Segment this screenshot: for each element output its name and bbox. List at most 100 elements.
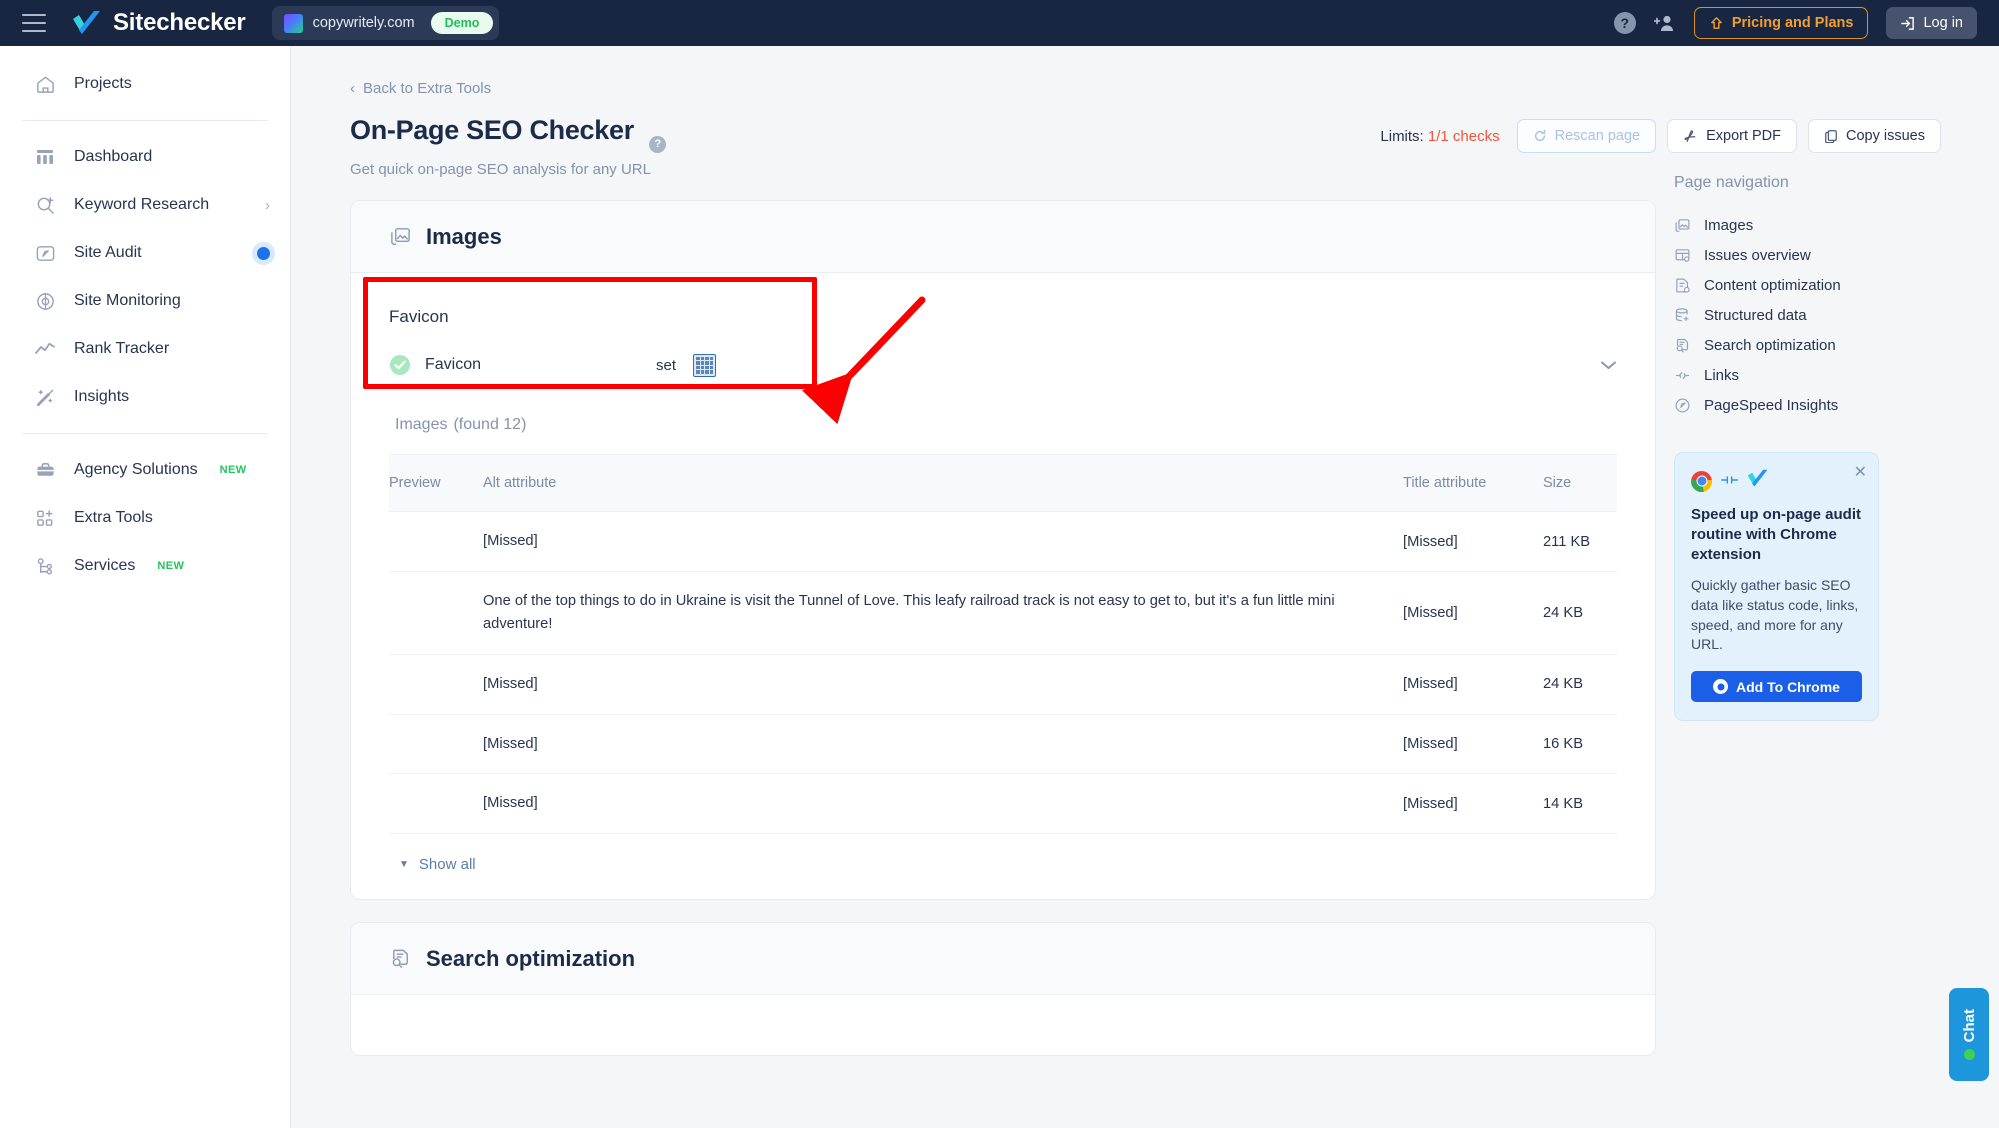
sidebar-item-projects[interactable]: Projects — [0, 60, 290, 108]
col-header-preview: Preview — [389, 453, 483, 513]
col-header-size: Size — [1543, 453, 1617, 513]
table-header-row: Preview Alt attribute Title attribute Si… — [389, 453, 1617, 513]
cell-preview — [389, 773, 483, 835]
chrome-extension-promo-card: ✕ Speed up on-page audit routine with Ch… — [1674, 452, 1879, 722]
sidebar-label-projects: Projects — [74, 75, 132, 92]
images-icon — [389, 225, 412, 248]
chrome-icon — [1713, 679, 1729, 695]
sidebar-item-insights[interactable]: Insights — [0, 373, 290, 421]
page-nav-item-pagespeed-insights[interactable]: PageSpeed Insights — [1674, 390, 1999, 420]
show-all-button[interactable]: ▼ Show all — [389, 834, 476, 899]
search-doc-icon — [1674, 337, 1691, 354]
pricing-and-plans-button[interactable]: Pricing and Plans — [1693, 7, 1869, 39]
sidebar-item-agency-solutions[interactable]: Agency Solutions NEW — [0, 446, 290, 494]
promo-body: Quickly gather basic SEO data like statu… — [1691, 576, 1859, 653]
sidebar-label-agency-solutions: Agency Solutions — [74, 461, 198, 478]
breadcrumb-back-link[interactable]: ‹ Back to Extra Tools — [350, 80, 491, 97]
sidebar-label-rank-tracker: Rank Tracker — [74, 340, 170, 357]
cell-alt: [Missed] — [483, 511, 1403, 573]
table-row[interactable]: [Missed] [Missed] 211 KB — [389, 511, 1617, 573]
sitechecker-logo-icon — [1747, 469, 1769, 493]
search-optimization-heading: Search optimization — [426, 945, 636, 971]
sidebar-item-services[interactable]: Services NEW — [0, 542, 290, 590]
hamburger-menu-icon[interactable] — [22, 14, 46, 32]
page-nav-label: Links — [1704, 366, 1740, 384]
limits-label: Limits: — [1380, 127, 1424, 145]
caret-down-icon: ▼ — [399, 859, 409, 871]
page-nav-item-images[interactable]: Images — [1674, 210, 1999, 240]
sidebar-label-services: Services — [74, 557, 136, 574]
title-help-icon[interactable]: ? — [649, 135, 667, 153]
sitechecker-checkmark-icon — [72, 10, 102, 36]
images-found-count: (found 12) — [453, 416, 527, 433]
sidebar-item-dashboard[interactable]: Dashboard — [0, 133, 290, 181]
table-row[interactable]: [Missed] [Missed] 24 KB — [389, 654, 1617, 715]
cell-size: 211 KB — [1543, 511, 1617, 573]
chat-label: Chat — [1960, 1008, 1978, 1043]
rescan-page-button[interactable]: Rescan page — [1516, 119, 1657, 153]
page-nav-label: Structured data — [1704, 306, 1807, 324]
col-header-alt: Alt attribute — [483, 453, 1403, 513]
brand-name: Sitechecker — [113, 9, 246, 36]
chevron-left-icon: ‹ — [350, 80, 355, 97]
demo-badge: Demo — [430, 12, 494, 34]
sidebar-item-extra-tools[interactable]: Extra Tools — [0, 494, 290, 542]
images-table-wrap: Images (found 12) Preview Alt attribute T… — [351, 400, 1655, 899]
login-button[interactable]: Log in — [1886, 7, 1977, 39]
images-table-label: Images — [395, 416, 448, 433]
search-optimization-body — [351, 995, 1655, 1055]
add-user-icon[interactable] — [1653, 13, 1676, 33]
sidebar-label-keyword-research: Keyword Research — [74, 196, 210, 213]
cell-alt: One of the top things to do in Ukraine i… — [483, 571, 1403, 655]
add-to-chrome-button[interactable]: Add To Chrome — [1691, 671, 1862, 703]
images-table: Preview Alt attribute Title attribute Si… — [389, 453, 1617, 835]
page-nav-item-issues-overview[interactable]: Issues overview — [1674, 240, 1999, 270]
favicon-card-title: Favicon — [389, 307, 449, 326]
magic-wand-icon — [34, 386, 56, 408]
images-card: Images Favicon Favicon set Images (found… — [350, 200, 1656, 901]
page-title: On-Page SEO Checker — [350, 115, 634, 145]
chat-widget-button[interactable]: Chat — [1949, 988, 1989, 1081]
favicon-status: set — [656, 356, 677, 374]
cell-title: [Missed] — [1403, 571, 1543, 655]
dashboard-icon — [34, 146, 56, 168]
cell-alt: [Missed] — [483, 773, 1403, 835]
table-row[interactable]: [Missed] [Missed] 14 KB — [389, 773, 1617, 835]
cell-size: 16 KB — [1543, 714, 1617, 775]
sidebar-item-site-monitoring[interactable]: Site Monitoring — [0, 277, 290, 325]
table-row[interactable]: [Missed] [Missed] 16 KB — [389, 714, 1617, 775]
cell-size: 24 KB — [1543, 654, 1617, 715]
breadcrumb-label: Back to Extra Tools — [363, 80, 492, 97]
line-chart-icon — [34, 338, 56, 360]
sidebar-item-site-audit[interactable]: Site Audit — [0, 229, 290, 277]
cell-preview — [389, 654, 483, 715]
help-icon[interactable]: ? — [1613, 12, 1636, 34]
page-nav-item-content-optimization[interactable]: Content optimization — [1674, 270, 1999, 300]
rescan-label: Rescan page — [1554, 128, 1641, 144]
images-table-head: Preview Alt attribute Title attribute Si… — [389, 453, 1617, 513]
sidebar-label-site-monitoring: Site Monitoring — [74, 292, 181, 309]
site-favicon-icon — [283, 13, 303, 33]
gauge-icon — [34, 242, 56, 264]
right-panel: Page navigation Images Issues overview C… — [1674, 46, 1999, 1128]
brand-logo[interactable]: Sitechecker — [72, 9, 246, 37]
app-root: Sitechecker copywritely.com Demo ? Prici… — [0, 0, 1999, 1128]
close-icon[interactable]: ✕ — [1854, 462, 1867, 482]
sidebar-item-keyword-research[interactable]: Keyword Research › — [0, 181, 290, 229]
topbar-actions: ? Pricing and Plans Log in — [1613, 7, 1977, 39]
chevron-right-icon[interactable]: › — [265, 197, 270, 214]
favicon-thumbnail-icon[interactable] — [693, 353, 717, 377]
cell-size: 24 KB — [1543, 571, 1617, 655]
page-navigation-title: Page navigation — [1674, 174, 1789, 191]
page-nav-item-search-optimization[interactable]: Search optimization — [1674, 330, 1999, 360]
cell-preview — [389, 714, 483, 775]
content-column: Images Favicon Favicon set Images (found… — [350, 200, 1656, 1057]
page-nav-item-links[interactable]: Links — [1674, 360, 1999, 390]
page-nav-item-structured-data[interactable]: Structured data — [1674, 300, 1999, 330]
favicon-row[interactable]: Favicon set — [389, 352, 1617, 378]
sidebar-item-rank-tracker[interactable]: Rank Tracker — [0, 325, 290, 373]
table-row[interactable]: One of the top things to do in Ukraine i… — [389, 571, 1617, 655]
current-site-chip[interactable]: copywritely.com Demo — [271, 6, 500, 40]
chevron-down-icon[interactable] — [1600, 357, 1617, 374]
keyword-search-icon — [34, 194, 56, 216]
